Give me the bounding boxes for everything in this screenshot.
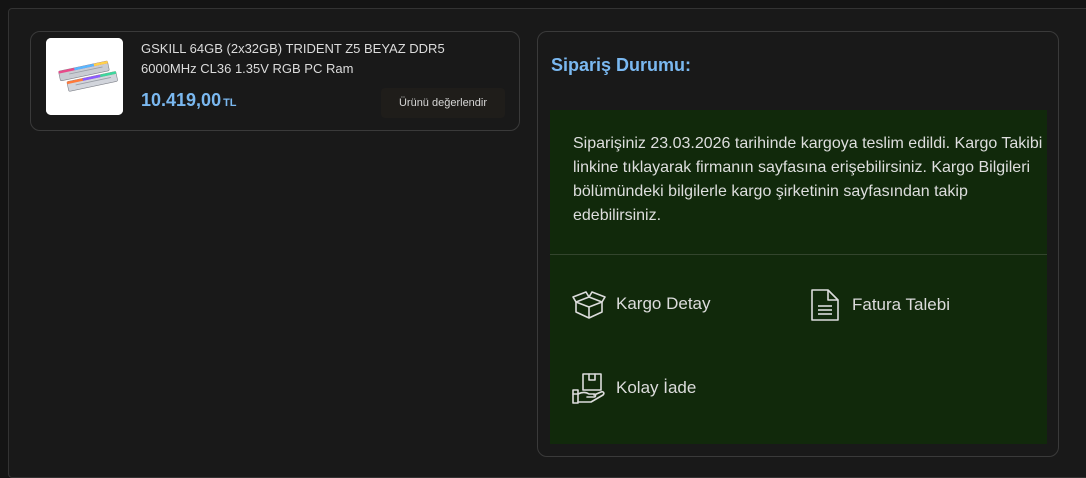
product-image[interactable] — [46, 38, 123, 115]
return-package-icon — [572, 372, 606, 404]
easy-return-label: Kolay İade — [616, 378, 697, 397]
invoice-request-button[interactable]: Fatura Talebi — [808, 288, 950, 322]
easy-return-button[interactable]: Kolay İade — [572, 372, 696, 404]
document-icon — [808, 288, 842, 322]
order-status-box: Siparişiniz 23.03.2026 tarihinde kargoya… — [550, 110, 1047, 444]
review-product-button[interactable]: Ürünü değerlendir — [381, 88, 505, 118]
product-price: 10.419,00 TL — [141, 90, 237, 111]
order-status-card: Sipariş Durumu: Siparişiniz 23.03.2026 t… — [537, 31, 1059, 457]
divider — [550, 254, 1047, 255]
product-name[interactable]: GSKILL 64GB (2x32GB) TRIDENT Z5 BEYAZ DD… — [141, 39, 501, 79]
invoice-request-label: Fatura Talebi — [852, 295, 950, 314]
box-icon — [572, 288, 606, 320]
cargo-detail-button[interactable]: Kargo Detay — [572, 288, 711, 320]
product-card: GSKILL 64GB (2x32GB) TRIDENT Z5 BEYAZ DD… — [30, 31, 520, 131]
order-status-title: Sipariş Durumu: — [551, 55, 692, 75]
price-value: 10.419,00 — [141, 90, 222, 110]
price-currency: TL — [223, 97, 237, 109]
order-status-message: Siparişiniz 23.03.2026 tarihinde kargoya… — [573, 135, 1043, 224]
cargo-detail-label: Kargo Detay — [616, 294, 711, 313]
